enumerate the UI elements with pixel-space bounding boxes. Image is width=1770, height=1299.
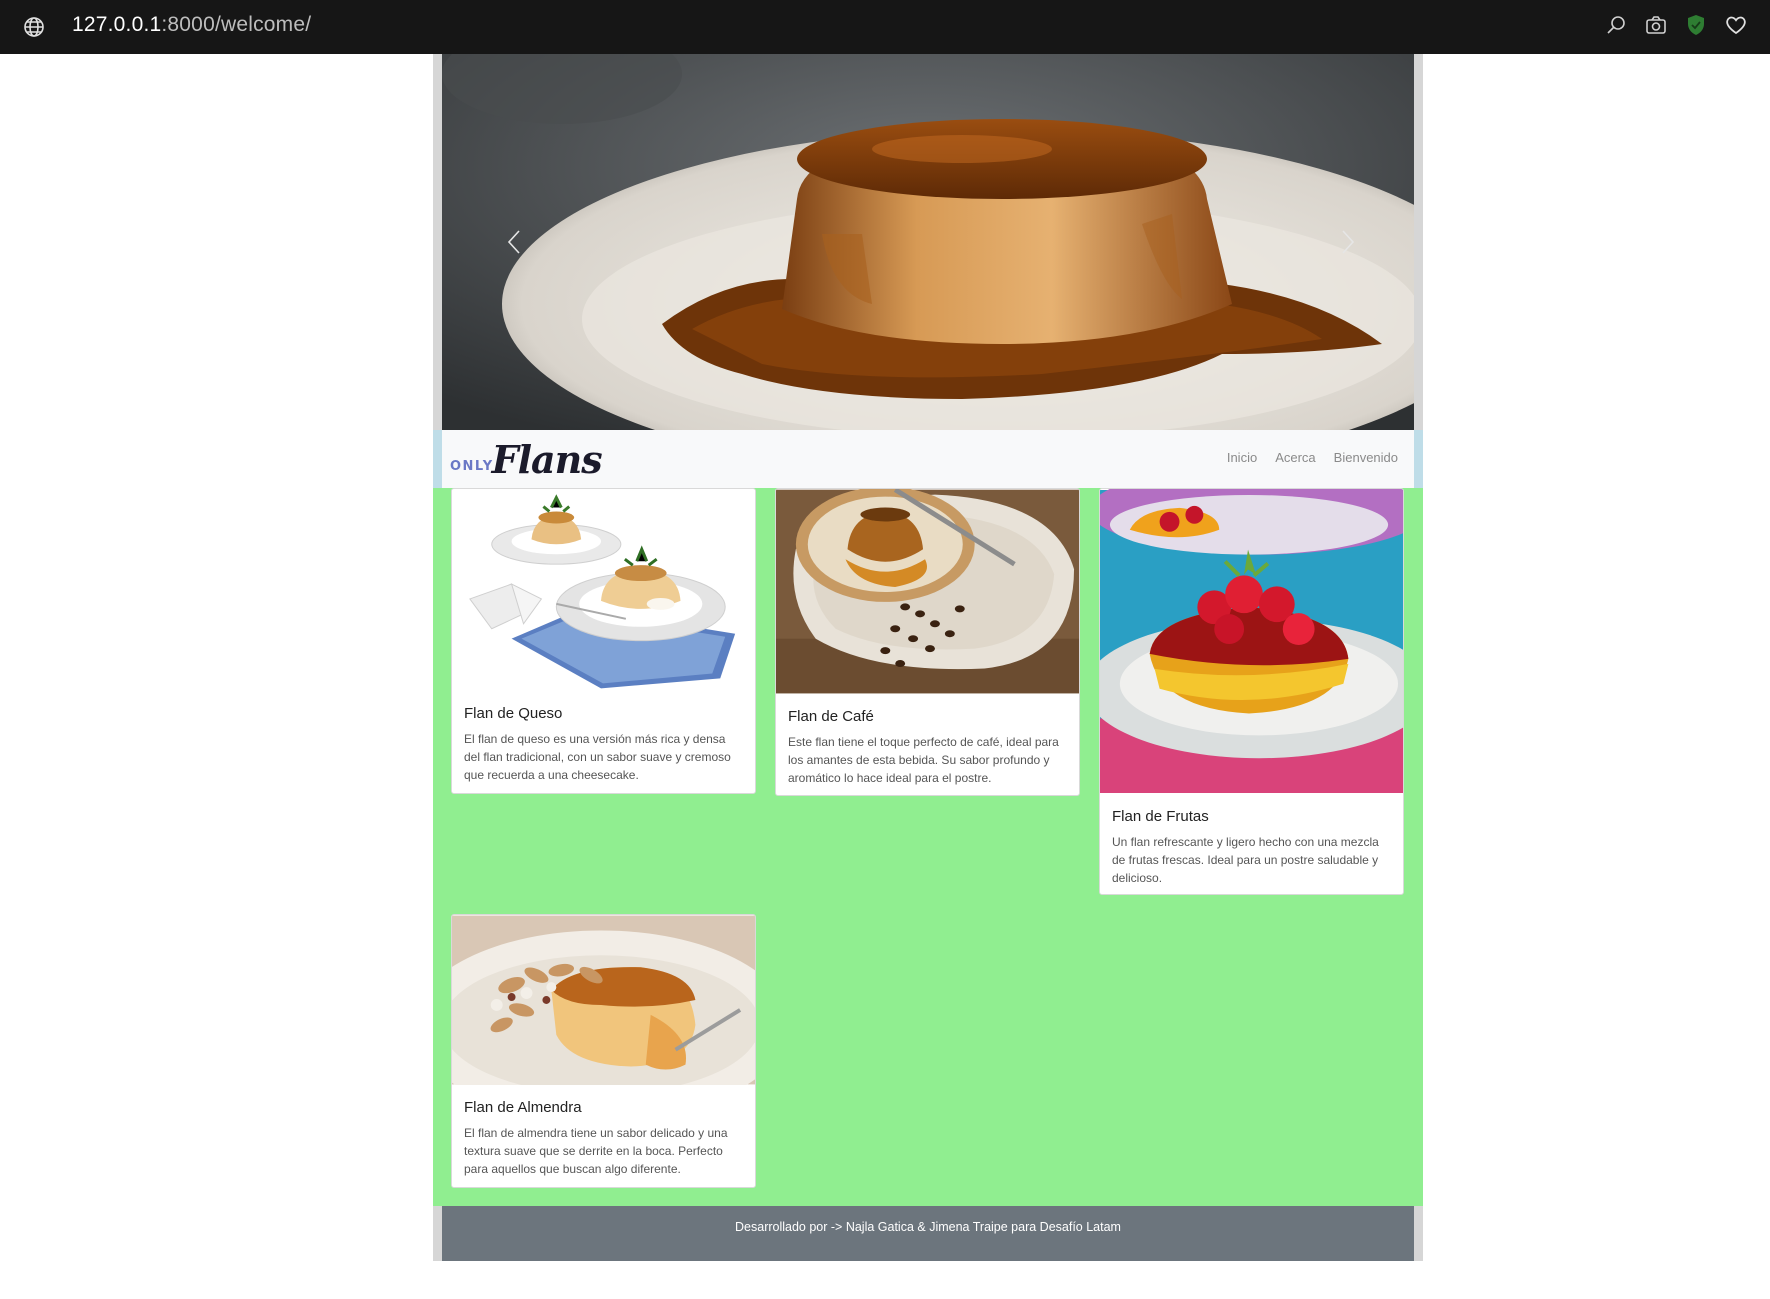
hero-carousel[interactable] <box>442 54 1414 430</box>
search-icon[interactable] <box>1604 13 1628 37</box>
nav-link-acerca[interactable]: Acerca <box>1275 450 1315 465</box>
card-title: Flan de Café <box>788 708 874 725</box>
heart-icon[interactable] <box>1724 13 1748 37</box>
card-title: Flan de Almendra <box>464 1099 582 1116</box>
chevron-left-icon <box>507 230 520 254</box>
chevron-right-icon <box>1342 230 1355 254</box>
card-title: Flan de Frutas <box>1112 808 1209 825</box>
brand-only-text: ONLY <box>450 459 494 474</box>
brand-flans-text: Flans <box>491 437 603 482</box>
hero-flan-image <box>442 54 1414 430</box>
globe-icon <box>24 17 44 37</box>
flan-almendra-image <box>452 915 755 1085</box>
nav-link-inicio[interactable]: Inicio <box>1227 450 1257 465</box>
page-frame: ONLY Flans Inicio Acerca Bienvenido Flan… <box>433 54 1423 1261</box>
flan-card[interactable]: Flan de Frutas Un flan refrescante y lig… <box>1099 488 1404 895</box>
carousel-prev-button[interactable] <box>494 222 534 262</box>
card-text: Un flan refrescante y ligero hecho con u… <box>1112 835 1379 885</box>
flan-card[interactable]: Flan de Queso El flan de queso es una ve… <box>451 488 756 794</box>
footer-text: Desarrollado por -> Najla Gatica & Jimen… <box>735 1220 1121 1234</box>
browser-actions <box>1604 13 1748 37</box>
shield-icon[interactable] <box>1684 13 1708 37</box>
carousel-next-button[interactable] <box>1328 222 1368 262</box>
address-bar[interactable]: 127.0.0.1:8000/welcome/ <box>72 13 311 37</box>
page-container: ONLY Flans Inicio Acerca Bienvenido Flan… <box>433 54 1423 1261</box>
url-path: :8000/welcome/ <box>161 13 312 36</box>
flan-cafe-image <box>776 489 1079 694</box>
nav-links: Inicio Acerca Bienvenido <box>1227 450 1398 465</box>
camera-icon[interactable] <box>1644 13 1668 37</box>
footer: Desarrollado por -> Najla Gatica & Jimen… <box>442 1206 1414 1261</box>
card-text: Este flan tiene el toque perfecto de caf… <box>788 735 1059 785</box>
flan-queso-image <box>452 489 755 691</box>
card-text: El flan de almendra tiene un sabor delic… <box>464 1126 728 1176</box>
flan-card[interactable]: Flan de Café Este flan tiene el toque pe… <box>775 488 1080 796</box>
flan-frutas-image <box>1100 489 1403 793</box>
flan-cards-section: Flan de Queso El flan de queso es una ve… <box>433 488 1423 1206</box>
nav-link-bienvenido[interactable]: Bienvenido <box>1334 450 1398 465</box>
card-text: El flan de queso es una versión más rica… <box>464 732 731 782</box>
card-title: Flan de Queso <box>464 705 563 722</box>
navbar: ONLY Flans Inicio Acerca Bienvenido <box>433 430 1423 488</box>
brand-logo[interactable]: ONLY Flans <box>450 437 603 482</box>
url-host: 127.0.0.1 <box>72 13 162 36</box>
flan-card[interactable]: Flan de Almendra El flan de almendra tie… <box>451 914 756 1188</box>
browser-toolbar: 127.0.0.1:8000/welcome/ <box>0 0 1770 54</box>
navbar-inner: ONLY Flans Inicio Acerca Bienvenido <box>442 430 1414 488</box>
